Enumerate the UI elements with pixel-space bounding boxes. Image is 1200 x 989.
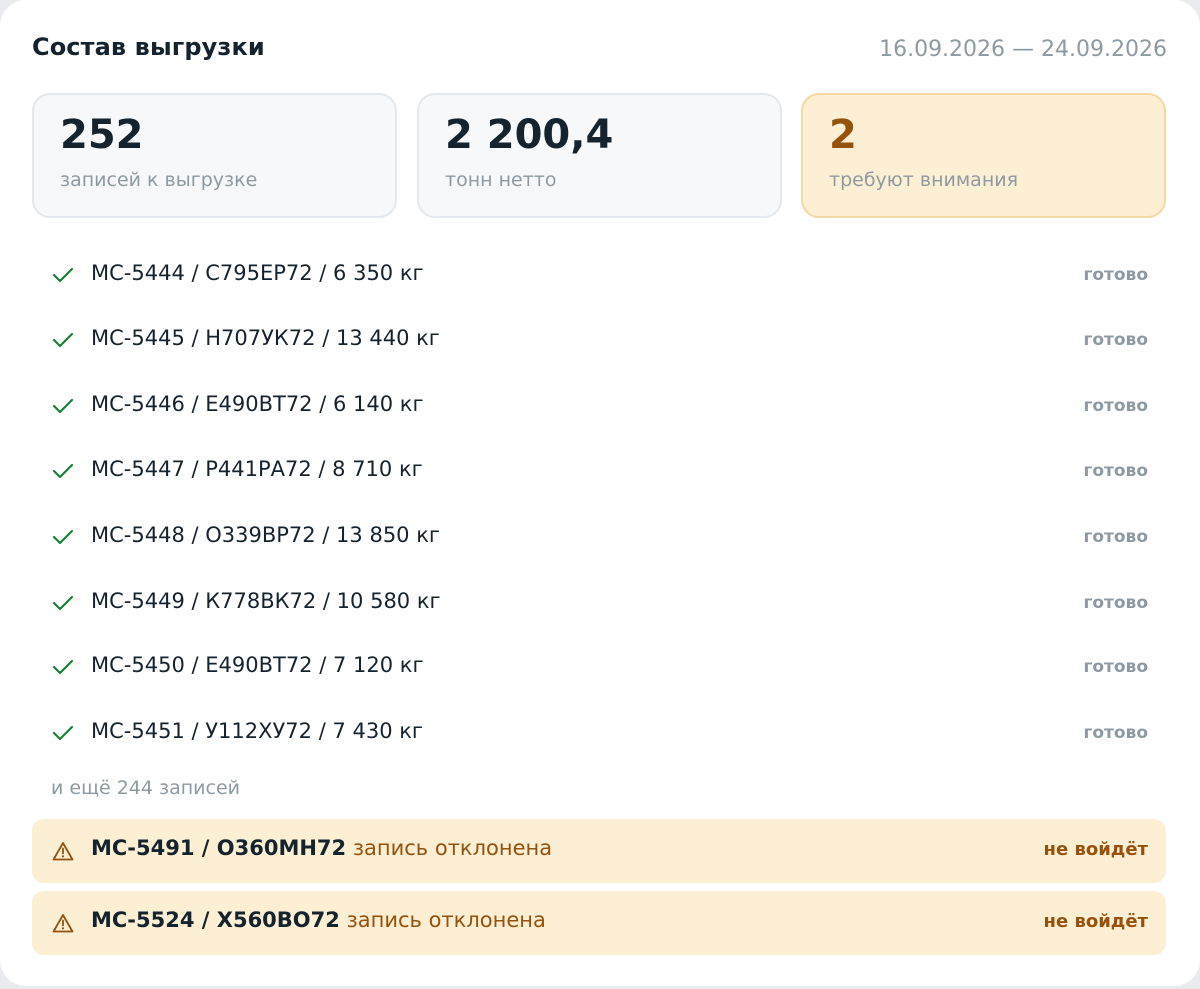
check-icon <box>52 725 74 741</box>
stat-value: 2 <box>829 112 857 158</box>
record-row: МС-5450 / Е490ВТ72 / 7 120 кг готово <box>32 641 1166 691</box>
record-status: готово <box>1083 330 1148 350</box>
more-records-note: и ещё 244 записей <box>51 777 241 799</box>
alert-reason: запись отклонена <box>352 836 553 860</box>
stat-records-count: 252 записей к выгрузке <box>32 93 397 218</box>
record-text: МС-5445 / Н707УК72 / 13 440 кг <box>91 326 440 350</box>
check-icon <box>52 529 74 545</box>
record-row: МС-5444 / С795ЕР72 / 6 350 кг готово <box>32 249 1166 299</box>
export-summary-card: Состав выгрузки 16.09.2026 — 24.09.2026 … <box>0 0 1200 986</box>
check-icon <box>52 332 74 348</box>
record-row: МС-5449 / К778ВК72 / 10 580 кг готово <box>32 577 1166 627</box>
record-row: МС-5448 / О339ВР72 / 13 850 кг готово <box>32 511 1166 561</box>
warning-triangle-icon <box>52 842 74 861</box>
record-status: готово <box>1083 593 1148 613</box>
record-text: МС-5446 / Е490ВТ72 / 6 140 кг <box>91 392 424 416</box>
record-text: МС-5444 / С795ЕР72 / 6 350 кг <box>91 261 424 285</box>
record-text: МС-5448 / О339ВР72 / 13 850 кг <box>91 523 440 547</box>
stat-net-tons: 2 200,4 тонн нетто <box>417 93 782 218</box>
check-icon <box>52 463 74 479</box>
date-range: 16.09.2026 — 24.09.2026 <box>879 37 1167 62</box>
check-icon <box>52 659 74 675</box>
warning-triangle-icon <box>52 914 74 933</box>
alert-status: не войдёт <box>1043 911 1148 932</box>
check-icon <box>52 595 74 611</box>
record-text: МС-5451 / У112ХУ72 / 7 430 кг <box>91 719 423 743</box>
alert-row: МС-5524 / Х560ВО72 запись отклонена не в… <box>32 891 1166 955</box>
record-status: готово <box>1083 265 1148 285</box>
record-text: МС-5447 / Р441РА72 / 8 710 кг <box>91 457 423 481</box>
stat-value: 2 200,4 <box>445 112 614 158</box>
record-row: МС-5447 / Р441РА72 / 8 710 кг готово <box>32 445 1166 495</box>
record-text: МС-5450 / Е490ВТ72 / 7 120 кг <box>91 653 424 677</box>
check-icon <box>52 398 74 414</box>
record-status: готово <box>1083 723 1148 743</box>
record-row: МС-5445 / Н707УК72 / 13 440 кг готово <box>32 314 1166 364</box>
stat-label: тонн нетто <box>445 169 557 191</box>
record-status: готово <box>1083 396 1148 416</box>
alert-reason: запись отклонена <box>346 908 546 932</box>
alert-text: МС-5491 / О360МН72 запись отклонена <box>91 836 552 860</box>
alert-record-id: МС-5491 / О360МН72 <box>91 836 347 860</box>
stat-label: записей к выгрузке <box>60 169 258 191</box>
card-title: Состав выгрузки <box>32 33 265 61</box>
record-status: готово <box>1083 527 1148 547</box>
stat-needs-attention: 2 требуют внимания <box>801 93 1166 218</box>
record-status: готово <box>1083 657 1148 677</box>
stat-label: требуют внимания <box>829 169 1019 191</box>
alert-text: МС-5524 / Х560ВО72 запись отклонена <box>91 908 546 932</box>
record-row: МС-5451 / У112ХУ72 / 7 430 кг готово <box>32 707 1166 757</box>
record-row: МС-5446 / Е490ВТ72 / 6 140 кг готово <box>32 380 1166 430</box>
check-icon <box>52 267 74 283</box>
record-text: МС-5449 / К778ВК72 / 10 580 кг <box>91 589 441 613</box>
alert-status: не войдёт <box>1043 839 1148 860</box>
alert-record-id: МС-5524 / Х560ВО72 <box>91 908 340 932</box>
record-status: готово <box>1083 461 1148 481</box>
stat-value: 252 <box>60 112 144 158</box>
alert-row: МС-5491 / О360МН72 запись отклонена не в… <box>32 819 1166 883</box>
